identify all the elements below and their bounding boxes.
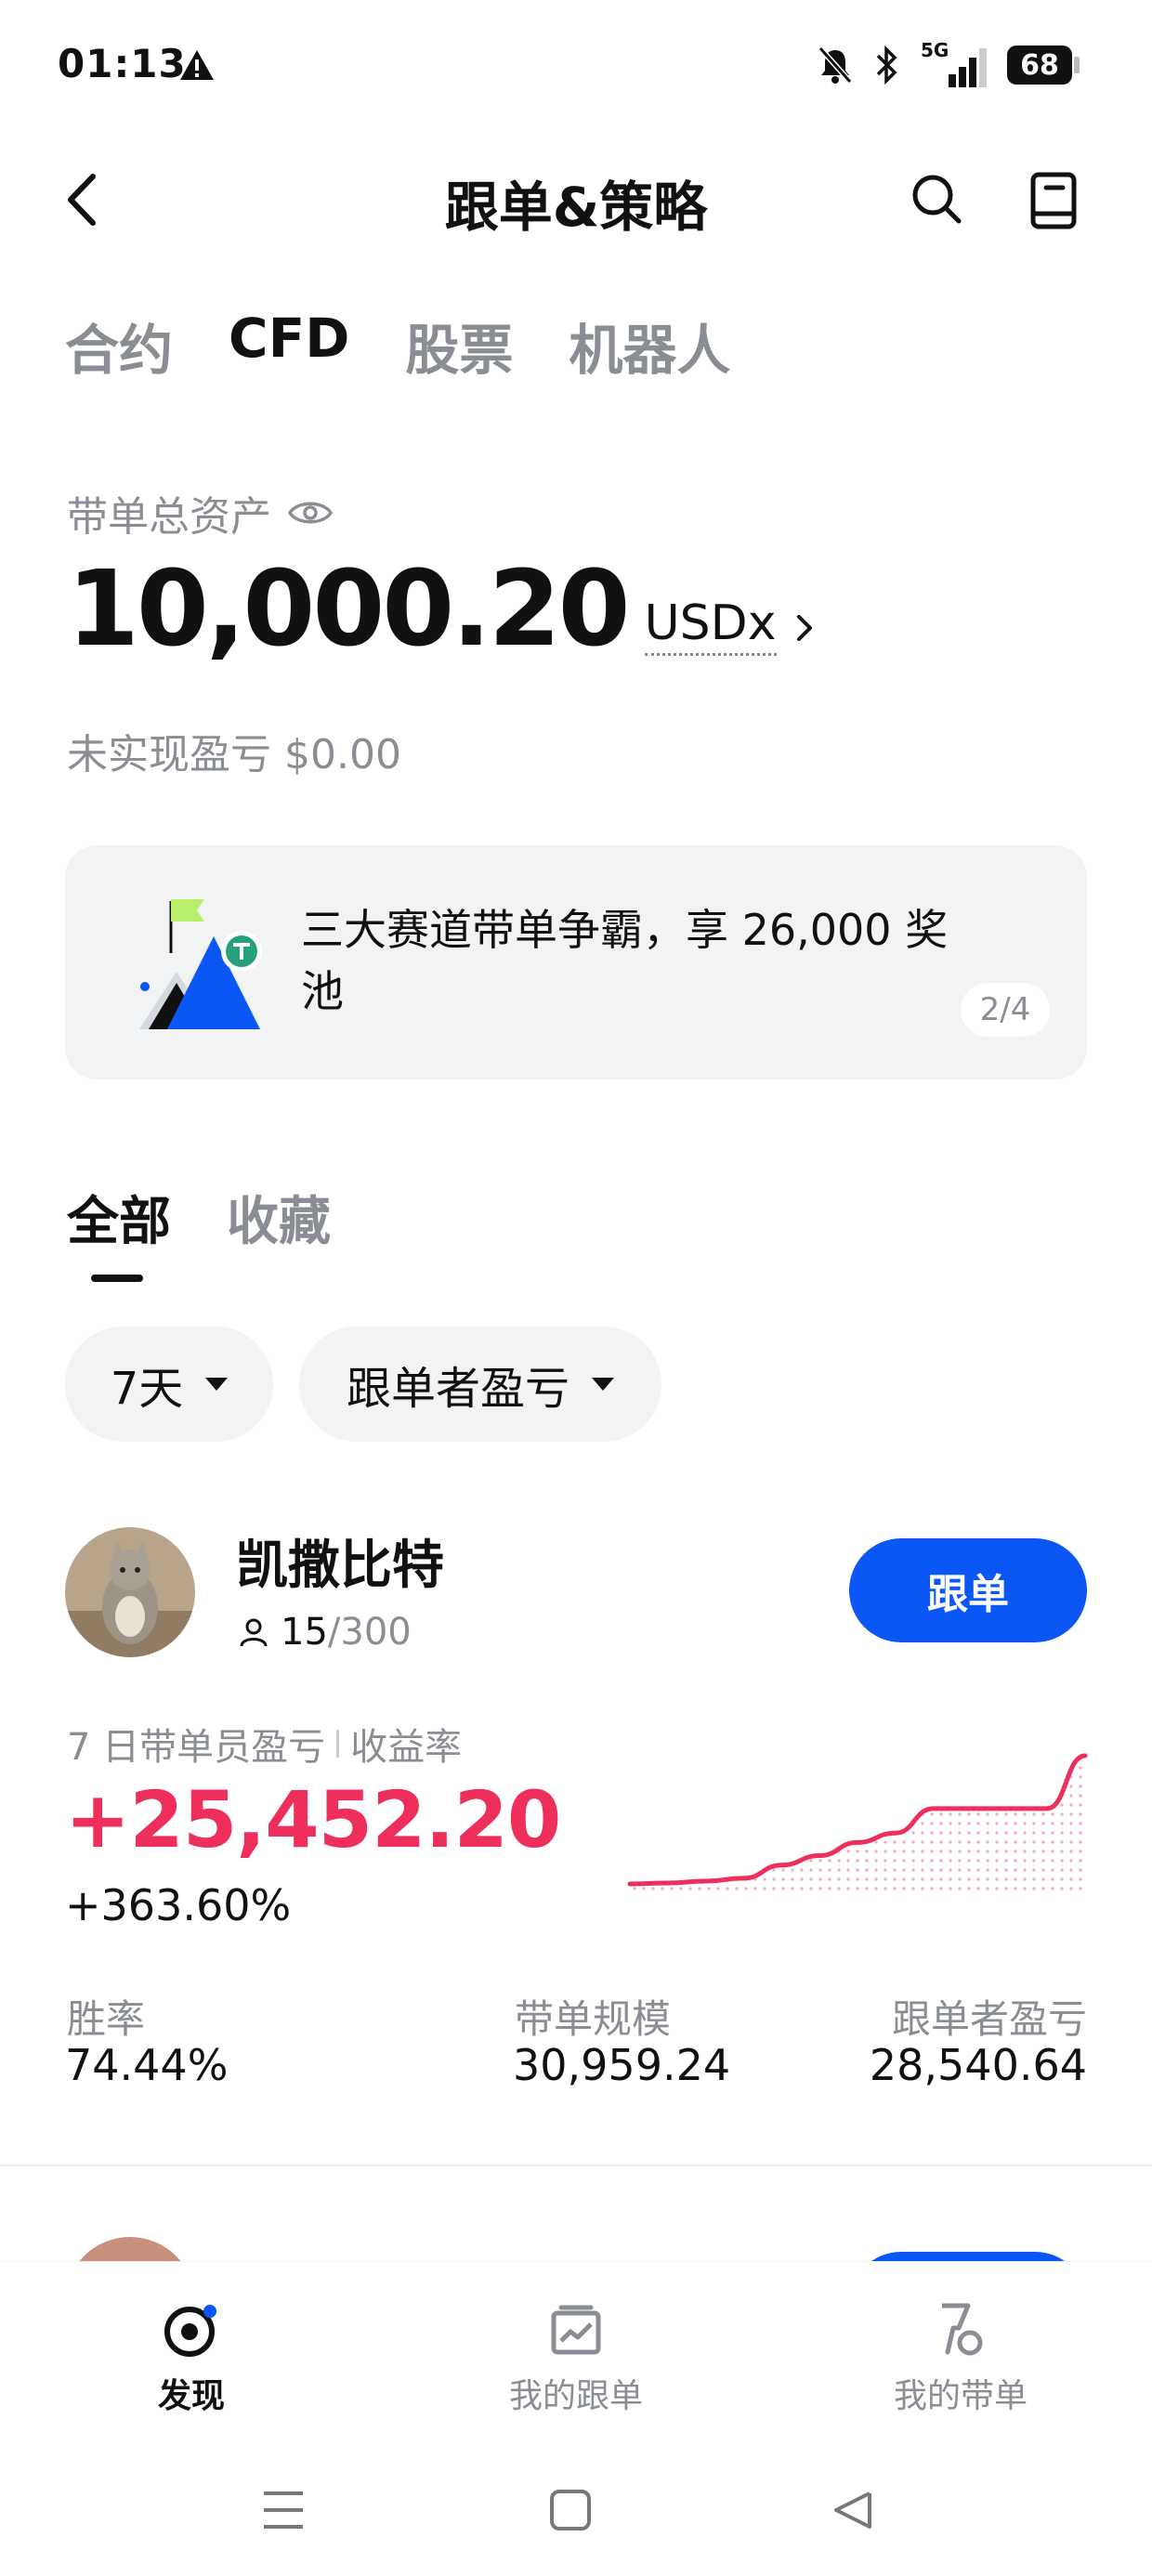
pnl-value: +25,452.20 [65, 1774, 561, 1865]
unrealized-value: $0.00 [284, 731, 401, 778]
nav-discover-label: 发现 [157, 2377, 225, 2415]
caret-down-icon [592, 1378, 614, 1391]
sort-filter-label: 跟单者盈亏 [346, 1363, 569, 1415]
tab-stocks[interactable]: 股票 [405, 307, 513, 385]
follower-count: 15/300 [238, 1611, 412, 1654]
nav-my-copy-label: 我的跟单 [508, 2377, 643, 2415]
unrealized-label: 未实现盈亏 [67, 731, 271, 778]
tab-futures[interactable]: 合约 [65, 307, 173, 385]
page-title: 跟单&策略 [444, 176, 708, 239]
mute-bell-icon [818, 46, 853, 84]
signal-icon: 5G [921, 39, 987, 87]
period-filter-label: 7天 [110, 1363, 184, 1415]
banner-page-indicator: 2/4 [961, 983, 1050, 1037]
bluetooth-icon [876, 45, 897, 85]
followers-current: 15 [281, 1611, 328, 1654]
aum-value: 30,959.24 [513, 2040, 731, 2090]
menu-icon[interactable] [264, 2491, 303, 2529]
guide-book-icon[interactable] [1026, 171, 1081, 230]
discover-icon [164, 2305, 216, 2357]
pnl-label: 7 日带单员盈亏 [67, 1726, 326, 1769]
battery-indicator: 68 [1007, 46, 1080, 85]
trophy-icon [942, 2303, 983, 2356]
aum-label: 带单规模 [515, 1996, 672, 2042]
asset-label-row: 带单总资产 [67, 483, 333, 543]
card-divider [0, 2164, 1152, 2166]
active-tab-indicator [91, 1275, 143, 1282]
system-navigation-bar [264, 2490, 871, 2530]
search-icon[interactable] [909, 171, 964, 227]
caret-down-icon [205, 1378, 229, 1391]
user-icon [240, 1618, 268, 1647]
nav-my-lead-label: 我的带单 [893, 2377, 1028, 2415]
win-rate-value: 74.44% [65, 2040, 229, 2090]
period-filter[interactable]: 7天 [65, 1327, 273, 1442]
promo-illustration-icon [139, 899, 262, 1029]
home-icon[interactable] [550, 2490, 591, 2530]
asset-currency[interactable]: USDx [644, 595, 777, 656]
nav-my-copy[interactable]: 我的跟单 [437, 2300, 715, 2417]
sort-filter[interactable]: 跟单者盈亏 [299, 1327, 661, 1442]
back-triangle-icon[interactable] [834, 2491, 871, 2529]
warning-icon [180, 50, 214, 80]
tab-all[interactable]: 全部 [67, 1180, 171, 1255]
followers-max: /300 [327, 1611, 412, 1654]
eye-icon[interactable] [288, 498, 333, 528]
roi-label: 收益率 [350, 1726, 463, 1769]
follower-pnl-label: 跟单者盈亏 [891, 1996, 1087, 2042]
status-time: 01:13 [58, 41, 187, 86]
separator [336, 1730, 340, 1758]
trader-avatar[interactable] [65, 1527, 195, 1657]
nav-my-lead[interactable]: 我的带单 [821, 2300, 1100, 2417]
copy-trade-button[interactable]: 跟单 [849, 1538, 1087, 1642]
chevron-right-icon[interactable] [793, 611, 816, 645]
asset-amount-row[interactable]: 10,000.20 USDx [67, 557, 816, 661]
follower-pnl-value: 28,540.64 [869, 2040, 1087, 2090]
tab-bots[interactable]: 机器人 [569, 307, 730, 385]
sparkline-area [630, 1756, 1085, 1895]
trader-name[interactable]: 凯撒比特 [236, 1523, 444, 1599]
win-rate-label: 胜率 [67, 1996, 146, 2042]
banner-text: 三大赛道带单争霸，享 26,000 奖池 [301, 905, 949, 1016]
pnl-sparkline [627, 1753, 1088, 1895]
pnl-label-row: 7 日带单员盈亏 收益率 [67, 1717, 462, 1771]
chart-box-icon [551, 2305, 601, 2355]
product-tabs: 合约 CFD 股票 机器人 [65, 307, 730, 385]
asset-amount: 10,000.20 [67, 549, 631, 670]
unrealized-pnl: 未实现盈亏 $0.00 [67, 721, 401, 780]
list-tabs: 全部 收藏 [67, 1180, 331, 1255]
asset-label: 带单总资产 [67, 493, 271, 541]
tab-favorites[interactable]: 收藏 [227, 1180, 331, 1255]
signal-label: 5G [921, 39, 949, 61]
status-icons: 5G 68 [817, 37, 1080, 93]
tab-cfd[interactable]: CFD [229, 307, 349, 385]
roi-value: +363.60% [65, 1880, 292, 1930]
nav-discover[interactable]: 发现 [52, 2300, 331, 2417]
